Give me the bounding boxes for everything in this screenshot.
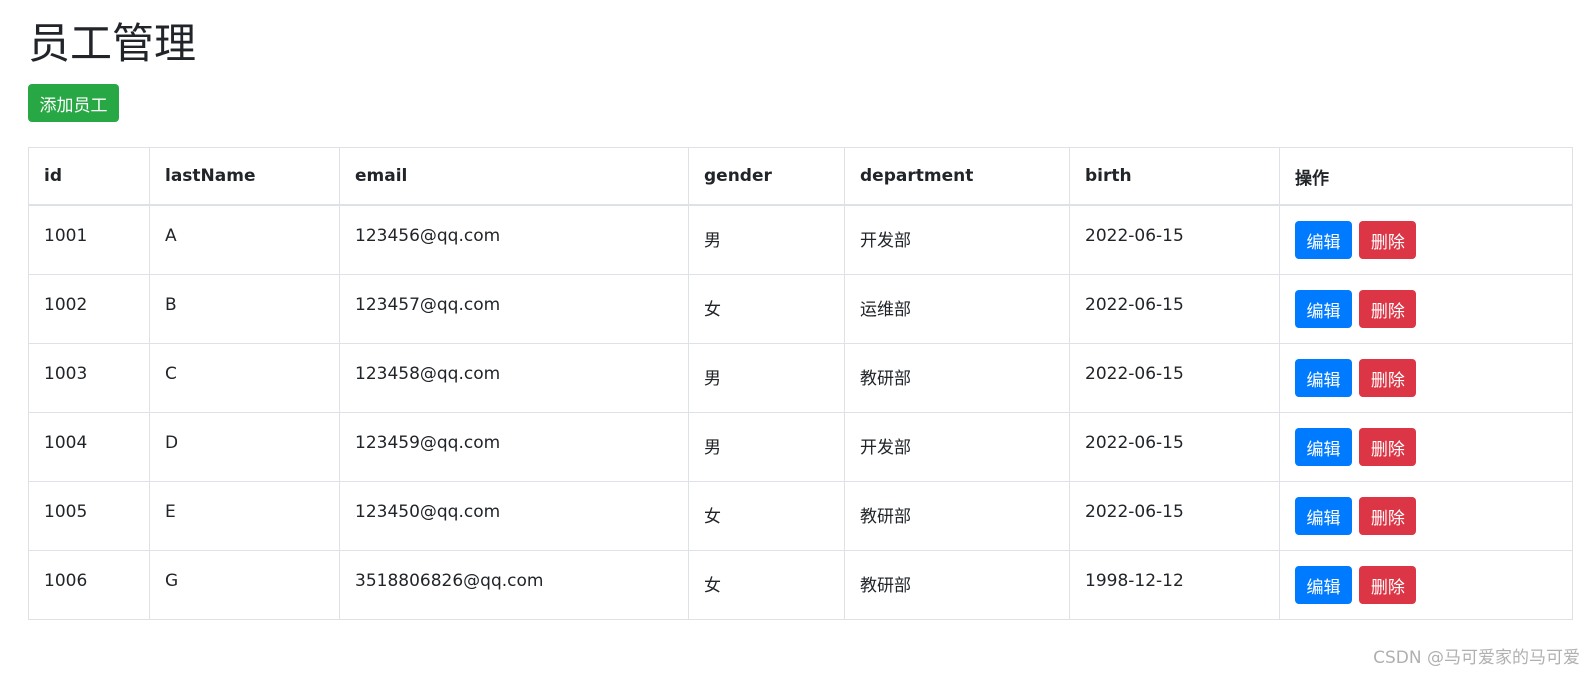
delete-button[interactable]: 删除 (1359, 428, 1417, 466)
cell-birth: 1998-12-12 (1069, 550, 1280, 620)
cell-email: 3518806826@qq.com (339, 550, 689, 620)
cell-birth: 2022-06-15 (1069, 343, 1280, 413)
cell-department: 开发部 (844, 204, 1070, 275)
header-gender: gender (688, 147, 845, 206)
header-row: id lastName email gender department birt… (28, 147, 1573, 206)
cell-lastname: B (149, 274, 340, 344)
cell-department: 开发部 (844, 412, 1070, 482)
cell-birth: 2022-06-15 (1069, 481, 1280, 551)
table-row: 1001 A 123456@qq.com 男 开发部 2022-06-15 编辑… (28, 204, 1573, 275)
cell-id: 1003 (28, 343, 150, 413)
edit-button[interactable]: 编辑 (1295, 497, 1352, 535)
delete-button[interactable]: 删除 (1359, 359, 1417, 397)
header-id: id (28, 147, 150, 206)
cell-email: 123457@qq.com (339, 274, 689, 344)
page-title: 员工管理 (28, 19, 197, 68)
edit-button[interactable]: 编辑 (1295, 290, 1352, 328)
cell-id: 1001 (28, 204, 150, 275)
cell-gender: 男 (688, 412, 845, 482)
cell-actions: 编辑 删除 (1279, 204, 1573, 275)
table-header: id lastName email gender department birt… (28, 147, 1573, 206)
header-actions: 操作 (1279, 147, 1573, 206)
cell-actions: 编辑 删除 (1279, 550, 1573, 620)
cell-gender: 男 (688, 204, 845, 275)
csdn-watermark: CSDN @马可爱家的马可爱 (1373, 648, 1580, 668)
add-employee-button[interactable]: 添加员工 (28, 84, 119, 122)
cell-actions: 编辑 删除 (1279, 343, 1573, 413)
delete-button[interactable]: 删除 (1359, 497, 1417, 535)
cell-id: 1004 (28, 412, 150, 482)
cell-department: 运维部 (844, 274, 1070, 344)
cell-id: 1005 (28, 481, 150, 551)
header-lastname: lastName (149, 147, 340, 206)
cell-email: 123456@qq.com (339, 204, 689, 275)
cell-department: 教研部 (844, 550, 1070, 620)
cell-department: 教研部 (844, 481, 1070, 551)
delete-button[interactable]: 删除 (1359, 221, 1417, 259)
table-row: 1004 D 123459@qq.com 男 开发部 2022-06-15 编辑… (28, 412, 1573, 482)
table-row: 1005 E 123450@qq.com 女 教研部 2022-06-15 编辑… (28, 481, 1573, 551)
cell-department: 教研部 (844, 343, 1070, 413)
cell-lastname: C (149, 343, 340, 413)
cell-id: 1002 (28, 274, 150, 344)
delete-button[interactable]: 删除 (1359, 290, 1417, 328)
cell-email: 123459@qq.com (339, 412, 689, 482)
cell-email: 123450@qq.com (339, 481, 689, 551)
employee-table: id lastName email gender department birt… (28, 147, 1573, 620)
table-body: 1001 A 123456@qq.com 男 开发部 2022-06-15 编辑… (28, 204, 1573, 620)
header-birth: birth (1069, 147, 1280, 206)
edit-button[interactable]: 编辑 (1295, 359, 1352, 397)
cell-lastname: D (149, 412, 340, 482)
cell-gender: 男 (688, 343, 845, 413)
table-row: 1002 B 123457@qq.com 女 运维部 2022-06-15 编辑… (28, 274, 1573, 344)
cell-actions: 编辑 删除 (1279, 481, 1573, 551)
cell-gender: 女 (688, 481, 845, 551)
delete-button[interactable]: 删除 (1359, 566, 1417, 604)
cell-birth: 2022-06-15 (1069, 204, 1280, 275)
table-row: 1003 C 123458@qq.com 男 教研部 2022-06-15 编辑… (28, 343, 1573, 413)
cell-gender: 女 (688, 274, 845, 344)
cell-lastname: A (149, 204, 340, 275)
cell-actions: 编辑 删除 (1279, 274, 1573, 344)
edit-button[interactable]: 编辑 (1295, 566, 1352, 604)
cell-birth: 2022-06-15 (1069, 412, 1280, 482)
edit-button[interactable]: 编辑 (1295, 221, 1352, 259)
cell-actions: 编辑 删除 (1279, 412, 1573, 482)
edit-button[interactable]: 编辑 (1295, 428, 1352, 466)
cell-email: 123458@qq.com (339, 343, 689, 413)
cell-lastname: E (149, 481, 340, 551)
cell-id: 1006 (28, 550, 150, 620)
cell-lastname: G (149, 550, 340, 620)
cell-gender: 女 (688, 550, 845, 620)
header-department: department (844, 147, 1070, 206)
header-email: email (339, 147, 689, 206)
cell-birth: 2022-06-15 (1069, 274, 1280, 344)
table-row: 1006 G 3518806826@qq.com 女 教研部 1998-12-1… (28, 550, 1573, 620)
